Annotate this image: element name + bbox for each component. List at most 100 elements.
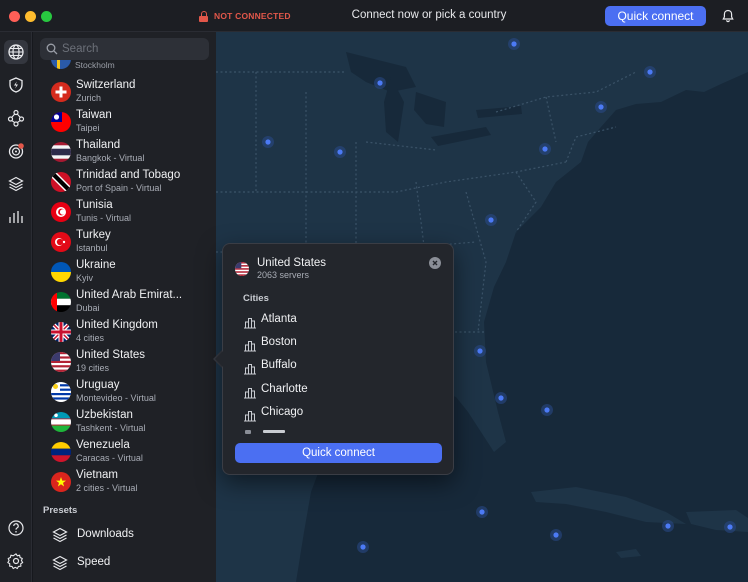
city-item-boston[interactable]: Boston [243, 334, 433, 354]
country-item-trinidad-and-tobago[interactable]: Trinidad and Tobago Port of Spain - Virt… [33, 166, 216, 196]
venezuela-flag-icon [51, 442, 71, 462]
uae-flag-icon [51, 292, 71, 312]
country-sub: Taipei [76, 123, 100, 133]
us-flag-icon [235, 262, 249, 276]
meshnet-icon[interactable] [4, 106, 28, 130]
city-skyline-icon [244, 411, 256, 422]
trinidad-flag-icon [51, 172, 71, 192]
tunisia-flag-icon [51, 202, 71, 222]
globe-icon[interactable] [4, 40, 28, 64]
country-sub: Bangkok - Virtual [76, 153, 145, 163]
uk-flag-icon [51, 322, 71, 342]
icon-rail [0, 32, 32, 582]
country-name: Uruguay [76, 379, 120, 391]
layers-icon[interactable] [4, 172, 28, 196]
jamaica-landmass [616, 549, 641, 558]
country-item-uae[interactable]: United Arab Emirat... Dubai [33, 286, 216, 316]
city-item-charlotte[interactable]: Charlotte [243, 381, 433, 401]
city-name: Boston [261, 336, 297, 348]
bell-icon[interactable] [721, 9, 735, 23]
title-bar: NOT CONNECTED Connect now or pick a coun… [0, 0, 748, 32]
country-popup: United States 2063 servers Cities Atlant… [222, 243, 454, 475]
country-item-tunisia[interactable]: Tunisia Tunis - Virtual [33, 196, 216, 226]
vietnam-flag-icon [51, 472, 71, 492]
country-sub: Montevideo - Virtual [76, 393, 156, 403]
country-item-taiwan[interactable]: Taiwan Taipei [33, 106, 216, 136]
country-list-panel: Stockholm Switzerland Zurich Taiwan Taip… [33, 32, 216, 582]
partial-list-item: Stockholm [75, 61, 115, 70]
city-item-partial [243, 430, 303, 434]
preset-label: Speed [77, 556, 111, 568]
switzerland-flag-icon [51, 82, 71, 102]
country-sub: Tunis - Virtual [76, 213, 132, 223]
country-sub: Tashkent - Virtual [76, 423, 146, 433]
country-name: Thailand [76, 139, 121, 151]
popup-quick-connect-button[interactable]: Quick connect [235, 443, 442, 463]
country-sub: Caracas - Virtual [76, 453, 143, 463]
city-name: Charlotte [261, 383, 308, 395]
country-name: United States [76, 349, 146, 361]
city-skyline-icon [244, 388, 256, 399]
country-sub: Zurich [76, 93, 102, 103]
country-sub: 19 cities [76, 363, 110, 373]
country-sub: Istanbul [76, 243, 108, 253]
search-input[interactable] [62, 40, 202, 58]
country-sub: Dubai [76, 303, 100, 313]
sweden-flag-icon [51, 59, 71, 69]
preset-speed[interactable]: Speed [33, 551, 216, 575]
country-item-turkey[interactable]: Turkey Istanbul [33, 226, 216, 256]
threat-protection-icon[interactable] [4, 139, 28, 163]
close-icon[interactable] [429, 257, 441, 269]
country-item-thailand[interactable]: Thailand Bangkok - Virtual [33, 136, 216, 166]
preset-downloads[interactable]: Downloads [33, 523, 216, 547]
uruguay-flag-icon [51, 382, 71, 402]
city-name: Buffalo [261, 359, 297, 371]
country-name: Taiwan [76, 109, 112, 121]
layers-icon [52, 527, 68, 543]
country-sub: Kyiv [76, 273, 94, 283]
uzbekistan-flag-icon [51, 412, 71, 432]
taiwan-flag-icon [51, 112, 71, 132]
help-icon[interactable] [4, 516, 28, 540]
settings-gear-icon[interactable] [4, 549, 28, 573]
country-name: Switzerland [76, 79, 136, 91]
country-name: Trinidad and Tobago [76, 169, 181, 181]
country-sub: 4 cities [76, 333, 105, 343]
country-item-united-kingdom[interactable]: United Kingdom 4 cities [33, 316, 216, 346]
cuba-landmass [531, 487, 686, 524]
city-name: Atlanta [261, 313, 297, 325]
popup-server-count: 2063 servers [257, 270, 310, 280]
city-skyline-icon [244, 318, 256, 329]
country-name: Venezuela [76, 439, 130, 451]
quick-connect-button[interactable]: Quick connect [605, 6, 706, 26]
search-field[interactable] [40, 38, 209, 60]
country-item-uzbekistan[interactable]: Uzbekistan Tashkent - Virtual [33, 406, 216, 436]
country-item-venezuela[interactable]: Venezuela Caracas - Virtual [33, 436, 216, 466]
city-item-chicago[interactable]: Chicago [243, 404, 433, 424]
country-item-vietnam[interactable]: Vietnam 2 cities - Virtual [33, 466, 216, 496]
city-name: Chicago [261, 406, 304, 418]
country-name: Uzbekistan [76, 409, 133, 421]
hispaniola-landmass [686, 510, 748, 532]
search-icon [46, 43, 58, 55]
city-item-buffalo[interactable]: Buffalo [243, 357, 433, 377]
layers-icon [52, 555, 68, 571]
statistics-icon[interactable] [4, 205, 28, 229]
shield-bolt-icon[interactable] [4, 73, 28, 97]
cities-heading: Cities [243, 293, 269, 304]
country-item-united-states[interactable]: United States 19 cities [33, 346, 216, 376]
country-name: Tunisia [76, 199, 113, 211]
turkey-flag-icon [51, 232, 71, 252]
thailand-flag-icon [51, 142, 71, 162]
country-item-switzerland[interactable]: Switzerland Zurich [33, 76, 216, 106]
city-skyline-icon [244, 364, 256, 375]
country-name: United Kingdom [76, 319, 158, 331]
preset-label: Downloads [77, 528, 134, 540]
popup-pointer-fill [215, 351, 223, 367]
city-skyline-icon [244, 341, 256, 352]
country-item-uruguay[interactable]: Uruguay Montevideo - Virtual [33, 376, 216, 406]
ukraine-flag-icon [51, 262, 71, 282]
country-name: United Arab Emirat... [76, 289, 183, 301]
city-item-atlanta[interactable]: Atlanta [243, 311, 433, 331]
country-item-ukraine[interactable]: Ukraine Kyiv [33, 256, 216, 286]
